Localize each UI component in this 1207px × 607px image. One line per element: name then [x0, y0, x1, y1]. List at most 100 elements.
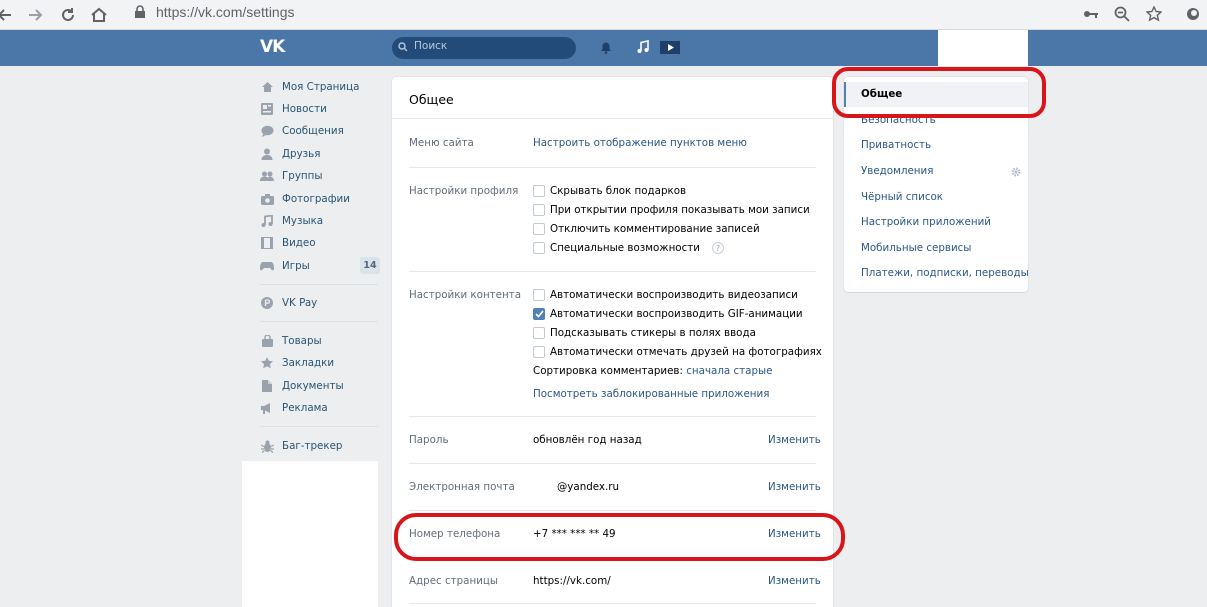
user-icon	[260, 147, 274, 161]
checkbox[interactable]	[533, 223, 545, 235]
profile-settings-label: Настройки профиля	[409, 185, 519, 197]
password-label: Пароль	[409, 434, 449, 446]
header-profile-area[interactable]	[938, 30, 1028, 66]
help-icon[interactable]: ?	[711, 242, 724, 254]
extension-icon[interactable]	[1182, 3, 1204, 25]
menu-item-friends[interactable]: Друзья	[260, 145, 320, 163]
menu-item-bug-tracker[interactable]: Баг-трекер	[260, 437, 342, 455]
change-password-link[interactable]: Изменить	[768, 434, 821, 446]
row-divider	[409, 510, 816, 511]
email-label: Электронная почта	[409, 481, 515, 493]
menu-divider	[260, 284, 378, 285]
annotation-highlight-phone	[394, 513, 845, 561]
message-icon	[260, 124, 274, 138]
forward-button[interactable]	[24, 4, 46, 26]
checkbox[interactable]	[533, 242, 545, 254]
comment-sort-dropdown[interactable]: сначала старые	[686, 365, 772, 377]
left-blank-area	[242, 461, 378, 607]
password-value: обновлён год назад	[533, 434, 642, 446]
bookmark-star-icon[interactable]	[1143, 3, 1165, 25]
key-icon[interactable]	[1080, 3, 1102, 25]
checkbox-tag-friends[interactable]: Автоматически отмечать друзей на фотогра…	[533, 345, 822, 359]
music-icon[interactable]	[636, 40, 650, 54]
change-address-link[interactable]: Изменить	[768, 575, 821, 587]
games-count-badge: 14	[360, 257, 380, 274]
url-text[interactable]: https://vk.com/settings	[156, 4, 295, 20]
star-icon	[260, 356, 274, 370]
bell-icon[interactable]	[599, 40, 613, 54]
bug-icon	[260, 439, 274, 453]
settings-nav-notifications[interactable]: Уведомления	[861, 165, 933, 177]
checkbox-show-my-posts[interactable]: При открытии профиля показывать мои запи…	[533, 203, 810, 217]
settings-nav-mobile-services[interactable]: Мобильные сервисы	[861, 242, 971, 254]
menu-item-vk-pay[interactable]: VK Pay	[260, 294, 317, 312]
menu-item-video[interactable]: Видео	[260, 234, 316, 252]
menu-item-bookmarks[interactable]: Закладки	[260, 354, 334, 372]
menu-item-groups[interactable]: Группы	[260, 167, 323, 185]
row-divider	[409, 167, 816, 168]
search-placeholder: Поиск	[414, 40, 448, 52]
menu-item-games[interactable]: Игры	[260, 257, 310, 275]
video-icon	[260, 236, 274, 250]
configure-menu-link[interactable]: Настроить отображение пунктов меню	[533, 137, 747, 149]
reload-icon	[62, 8, 74, 21]
vk-logo[interactable]: VK	[260, 37, 285, 57]
arrow-right-icon	[29, 9, 43, 21]
title-divider	[392, 118, 833, 119]
news-icon	[260, 102, 274, 116]
menu-item-my-page[interactable]: Моя Страница	[260, 78, 359, 96]
settings-nav-payments[interactable]: Платежи, подписки, переводы	[861, 267, 1029, 279]
gear-icon[interactable]	[1010, 166, 1022, 178]
lock-icon	[135, 5, 145, 18]
vkpay-icon	[260, 296, 274, 310]
checkbox-autoplay-gif[interactable]: Автоматически воспроизводить GIF-анимаци…	[533, 307, 803, 321]
checkbox[interactable]	[533, 204, 545, 216]
row-divider	[409, 603, 816, 604]
checkmark-icon	[534, 310, 544, 318]
music-icon	[260, 214, 274, 228]
checkbox[interactable]	[533, 185, 545, 197]
checkbox-accessibility[interactable]: Специальные возможности ?	[533, 241, 724, 255]
home-icon	[260, 80, 274, 94]
checkbox[interactable]	[533, 327, 545, 339]
menu-item-news[interactable]: Новости	[260, 100, 327, 118]
settings-nav-app-settings[interactable]: Настройки приложений	[861, 216, 991, 228]
bag-icon	[260, 334, 274, 348]
document-icon	[260, 379, 274, 393]
change-email-link[interactable]: Изменить	[768, 481, 821, 493]
row-divider	[409, 463, 816, 464]
address-value: https://vk.com/	[533, 575, 611, 587]
home-icon	[91, 7, 107, 22]
checkbox-autoplay-video[interactable]: Автоматически воспроизводить видеозаписи	[533, 288, 798, 302]
comment-sort-row: Сортировка комментариев: сначала старые	[533, 365, 772, 377]
zoom-out-icon[interactable]	[1111, 3, 1133, 25]
checkbox-disable-comments[interactable]: Отключить комментирование записей	[533, 222, 760, 236]
menu-item-music[interactable]: Музыка	[260, 212, 323, 230]
megaphone-icon	[260, 401, 274, 415]
email-value: @yandex.ru	[557, 481, 620, 493]
menu-item-ads[interactable]: Реклама	[260, 399, 328, 417]
comment-sort-label: Сортировка комментариев:	[533, 365, 683, 377]
checkbox[interactable]	[533, 289, 545, 301]
camera-icon	[260, 192, 274, 206]
menu-item-documents[interactable]: Документы	[260, 377, 344, 395]
video-play-icon[interactable]	[660, 40, 680, 54]
checkbox-suggest-stickers[interactable]: Подсказывать стикеры в полях ввода	[533, 326, 756, 340]
annotation-highlight-general	[832, 67, 1046, 118]
users-icon	[260, 169, 274, 183]
settings-nav-blacklist[interactable]: Чёрный список	[861, 191, 943, 203]
checkbox-checked[interactable]	[533, 308, 545, 320]
menu-item-photos[interactable]: Фотографии	[260, 190, 350, 208]
row-divider	[409, 271, 816, 272]
menu-item-goods[interactable]: Товары	[260, 332, 322, 350]
settings-nav-privacy[interactable]: Приватность	[861, 139, 931, 151]
reload-button[interactable]	[57, 4, 79, 26]
blocked-apps-link[interactable]: Посмотреть заблокированные приложения	[533, 388, 769, 400]
menu-item-messages[interactable]: Сообщения	[260, 122, 344, 140]
checkbox[interactable]	[533, 346, 545, 358]
checkbox-hide-gifts[interactable]: Скрывать блок подарков	[533, 184, 686, 198]
site-menu-label: Меню сайта	[409, 137, 474, 149]
back-button[interactable]	[0, 4, 16, 26]
home-button[interactable]	[88, 4, 110, 26]
arrow-left-icon	[0, 9, 11, 21]
